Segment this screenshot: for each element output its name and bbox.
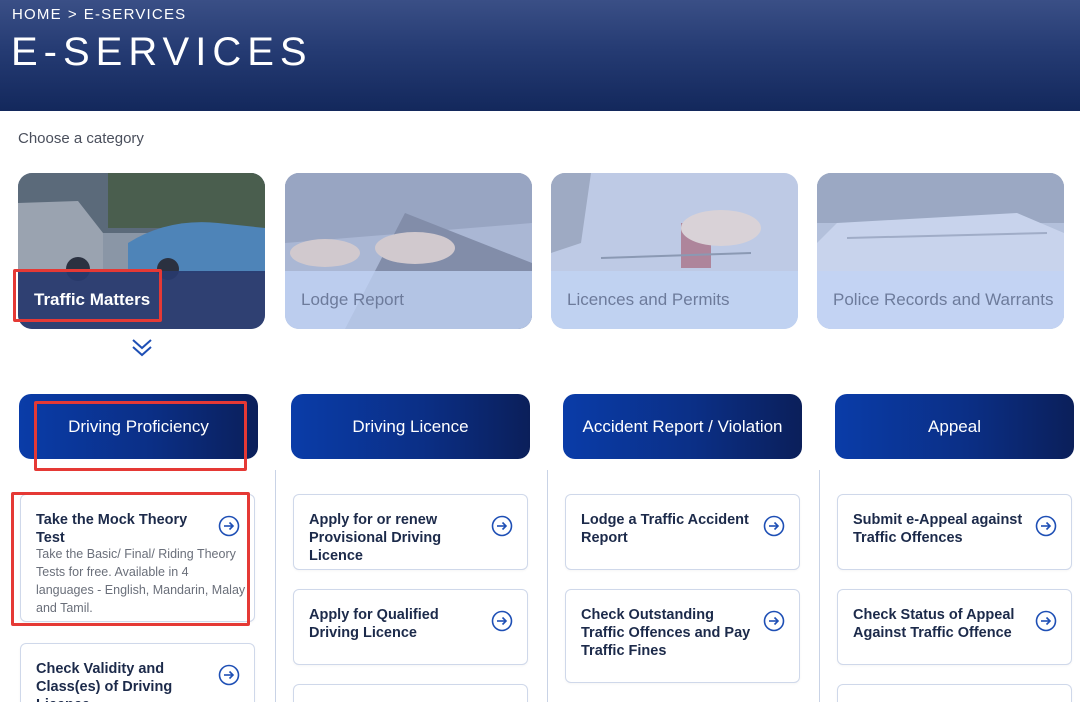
- arrow-circle-right-icon[interactable]: [763, 515, 785, 537]
- laptop-photo: [285, 173, 532, 329]
- page-title: E-SERVICES: [11, 30, 313, 74]
- arrow-circle-right-icon[interactable]: [1035, 515, 1057, 537]
- service-title: Apply for Qualified Driving Licence: [309, 607, 439, 641]
- service-title: Lodge a Traffic Accident Report: [581, 512, 749, 546]
- service-title: Check Status of Appeal Against Traffic O…: [853, 607, 1015, 641]
- category-licences-permits[interactable]: Licences and Permits: [551, 173, 798, 329]
- highlight-box-category: [13, 269, 162, 322]
- page-header: HOME > E-SERVICES E-SERVICES: [0, 0, 1080, 111]
- service-card-provisional-licence[interactable]: Apply for or renew Provisional Driving L…: [293, 494, 528, 570]
- documents-photo: [817, 173, 1064, 329]
- category-label: Police Records and Warrants: [817, 271, 1064, 329]
- service-card-partial[interactable]: [293, 684, 528, 702]
- service-title: Check Validity and Class(es) of Driving …: [36, 661, 173, 702]
- breadcrumb-separator: >: [67, 6, 78, 23]
- category-label: Licences and Permits: [551, 271, 798, 329]
- breadcrumb-current: E-SERVICES: [83, 6, 187, 23]
- service-card-partial[interactable]: [837, 684, 1072, 702]
- column-divider: [275, 470, 276, 702]
- service-card-appeal-status[interactable]: Check Status of Appeal Against Traffic O…: [837, 589, 1072, 665]
- arrow-circle-right-icon[interactable]: [763, 610, 785, 632]
- breadcrumb-home[interactable]: HOME: [12, 6, 62, 23]
- tab-driving-licence[interactable]: Driving Licence: [291, 394, 530, 459]
- service-title: Apply for or renew Provisional Driving L…: [309, 512, 442, 564]
- service-title: Submit e-Appeal against Traffic Offences: [853, 512, 1023, 546]
- tab-appeal[interactable]: Appeal: [835, 394, 1074, 459]
- category-police-records[interactable]: Police Records and Warrants: [817, 173, 1064, 329]
- arrow-circle-right-icon[interactable]: [491, 515, 513, 537]
- highlight-box-tab: [34, 401, 247, 471]
- double-chevron-down-icon[interactable]: [128, 334, 156, 362]
- highlight-box-service: [11, 492, 250, 626]
- service-card-check-validity[interactable]: Check Validity and Class(es) of Driving …: [20, 643, 255, 702]
- service-card-outstanding-offences[interactable]: Check Outstanding Traffic Offences and P…: [565, 589, 800, 683]
- arrow-circle-right-icon[interactable]: [1035, 610, 1057, 632]
- service-title: Check Outstanding Traffic Offences and P…: [581, 607, 751, 659]
- service-card-qualified-licence[interactable]: Apply for Qualified Driving Licence: [293, 589, 528, 665]
- column-divider: [547, 470, 548, 702]
- column-divider: [819, 470, 820, 702]
- category-lodge-report[interactable]: Lodge Report: [285, 173, 532, 329]
- tab-accident-report-violation[interactable]: Accident Report / Violation: [563, 394, 802, 459]
- arrow-circle-right-icon[interactable]: [218, 664, 240, 686]
- choose-category-label: Choose a category: [18, 130, 144, 147]
- arrow-circle-right-icon[interactable]: [491, 610, 513, 632]
- breadcrumb: HOME > E-SERVICES: [12, 6, 186, 23]
- service-card-lodge-accident-report[interactable]: Lodge a Traffic Accident Report: [565, 494, 800, 570]
- stamp-photo: [551, 173, 798, 329]
- category-label: Lodge Report: [285, 271, 532, 329]
- service-card-submit-e-appeal[interactable]: Submit e-Appeal against Traffic Offences: [837, 494, 1072, 570]
